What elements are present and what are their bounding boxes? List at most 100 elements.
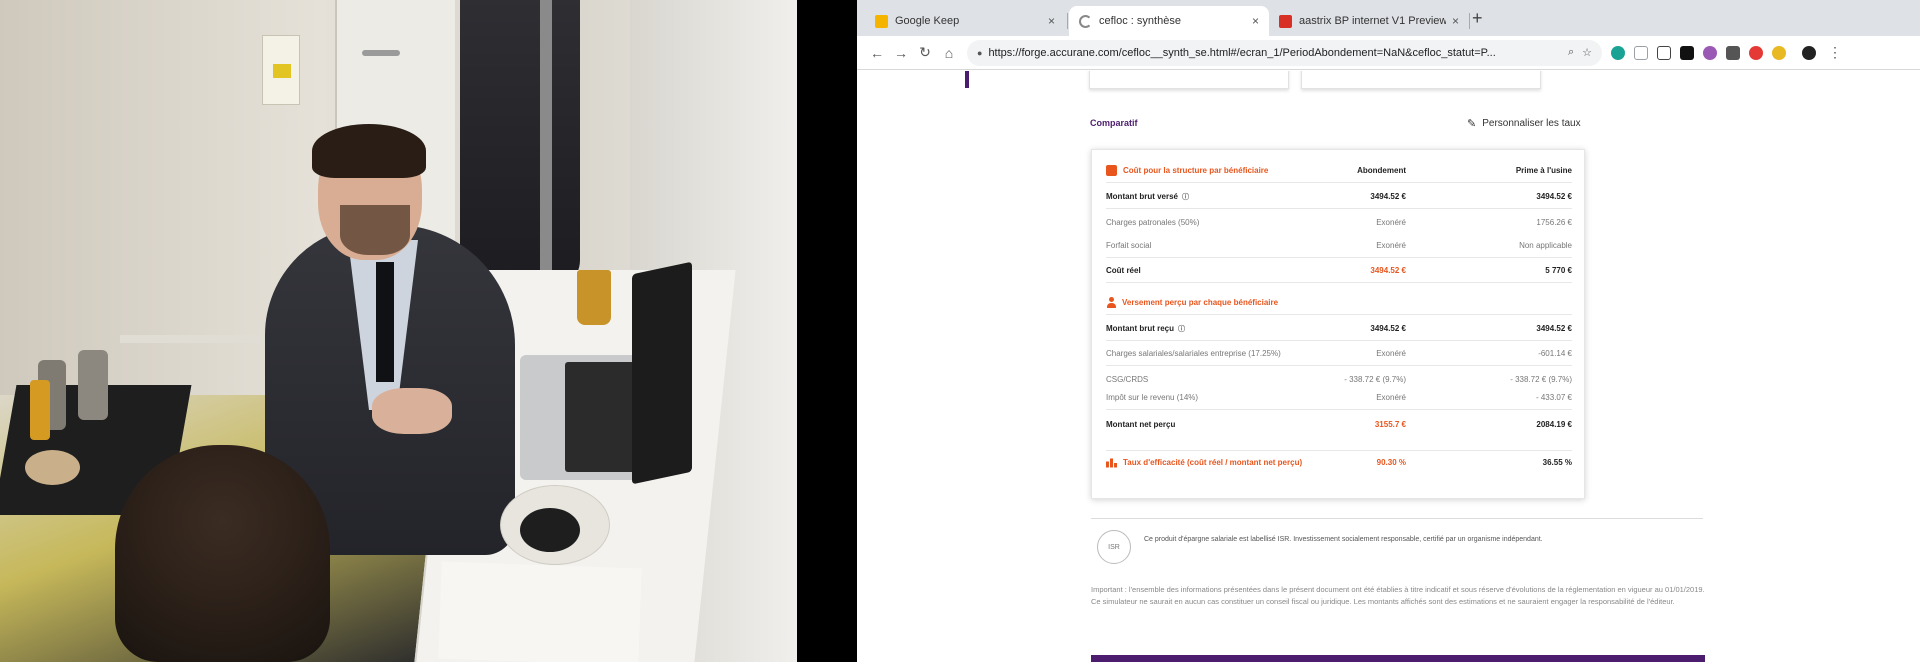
row-label: Coût réel [1106,266,1141,275]
row-value-prime: - 433.07 € [1535,393,1572,402]
browser-toolbar: ← → ↻ ⌂ ● https://forge.accurane.com/cef… [857,36,1920,70]
page-viewport: Comparatif ✎ Personnaliser les taux Coût… [857,71,1920,662]
purple-accent [965,71,969,88]
thermos [78,350,108,420]
woman-back-of-head [115,445,330,662]
table-row: Montant brut versé ⓘ 3494.52 € 3494.52 € [1106,185,1572,209]
section-title: Comparatif [1090,118,1138,128]
summary-card [1089,71,1289,89]
row-value-abondement: 3155.7 € [1374,419,1406,429]
camera-view [0,0,797,662]
loading-icon [1079,14,1092,28]
table-row: Charges patronales (50%) Exonéré 1756.26… [1106,210,1572,234]
extension-flag-icon[interactable] [1680,45,1694,60]
isr-label-logo: ISR [1097,530,1131,564]
row-value-prime: 1756.26 € [1536,217,1572,227]
table-row: Montant net perçu 3155.7 € 2084.19 € [1106,412,1572,436]
extension-red-icon[interactable] [1749,45,1763,60]
row-label: Forfait social [1106,241,1152,250]
row-label: Charges patronales (50%) [1106,217,1200,227]
row-value-abondement: 3494.52 € [1370,324,1406,333]
extension-purple-icon[interactable] [1703,45,1717,60]
row-label: Charges salariales/salariales entreprise… [1106,349,1281,358]
person-icon [1106,297,1116,308]
tab-title: Google Keep [895,15,960,27]
row-value-abondement: - 338.72 € (9.7%) [1344,374,1406,384]
row-value-prime: - 338.72 € (9.7%) [1510,374,1572,384]
forward-arrow-icon[interactable]: → [889,45,913,61]
tab-cefloc-synthese[interactable]: cefloc : synthèse × [1069,6,1269,36]
clasped-hands [372,388,452,434]
address-bar[interactable]: ● https://forge.accurane.com/cefloc__syn… [967,39,1602,66]
col-prime-header: Prime à l'usine [1515,166,1572,175]
efficiency-row: Taux d'efficacité (coût réel / montant n… [1106,450,1572,474]
info-icon[interactable]: ⓘ [1182,192,1189,202]
bookmark-star-icon[interactable]: ☆ [1582,46,1592,59]
personalize-label: Personnaliser les taux [1482,118,1581,129]
table-row: Coût réel 3494.52 € 5 770 € [1106,259,1572,283]
row-label: Montant brut reçu [1106,324,1174,333]
table-row: Montant brut reçu ⓘ 3494.52 € 3494.52 € [1106,317,1572,341]
comparison-panel: Coût pour la structure par bénéficiaire … [1091,149,1585,499]
header-cell: Versement perçu par chaque bénéficiaire [1106,297,1336,308]
hair [312,124,426,178]
row-label: Impôt sur le revenu (14%) [1106,393,1199,402]
close-tab-icon[interactable]: × [1452,14,1459,28]
coffee-cup [577,270,611,325]
laptop-screen [632,261,692,485]
row-label: Montant brut versé [1106,192,1179,201]
row-label: CSG/CRDS [1106,374,1149,384]
tab-google-keep[interactable]: Google Keep × [865,6,1065,36]
tab-separator [1067,13,1068,29]
browser-window: Google Keep × cefloc : synthèse × aastri… [857,0,1920,662]
extension-camera-icon[interactable] [1726,45,1740,60]
tab-title: cefloc : synthèse [1099,15,1181,27]
laptop-keyboard [565,362,635,472]
efficiency-abondement: 90.30 % [1376,458,1406,467]
back-arrow-icon[interactable]: ← [865,45,889,61]
efficiency-label: Taux d'efficacité (coût réel / montant n… [1123,458,1303,467]
info-icon[interactable]: ⓘ [1178,324,1185,334]
col-abondement-header: Abondement [1357,166,1406,175]
personalize-rates-button[interactable]: ✎ Personnaliser les taux [1467,117,1581,130]
new-tab-button[interactable]: + [1472,8,1483,29]
row-value-prime: 5 770 € [1545,266,1572,275]
summary-card [1301,71,1541,89]
table-row: Forfait social Exonéré Non applicable [1106,234,1572,258]
lock-icon[interactable]: ● [977,48,982,58]
tab-aastrix-preview[interactable]: aastrix BP internet V1 Preview × [1269,6,1469,36]
keep-icon [875,14,888,28]
pencil-icon: ✎ [1467,118,1477,130]
extension-move-icon[interactable] [1657,45,1671,60]
extension-yellow-icon[interactable] [1772,45,1786,60]
tab-bar: Google Keep × cefloc : synthèse × aastri… [857,0,1920,36]
tab-title: aastrix BP internet V1 Preview [1299,15,1446,27]
zoom-icon[interactable]: ⌕ [1568,46,1574,59]
app-icon [1279,14,1292,28]
reload-icon[interactable]: ↻ [913,44,937,61]
row-value-prime: 3494.52 € [1536,192,1572,201]
profile-avatar-icon[interactable] [1802,45,1816,60]
coat-stand [540,0,552,300]
row-value-abondement: Exonéré [1376,349,1406,358]
received-header-label: Versement perçu par chaque bénéficiaire [1122,298,1279,307]
row-value-abondement: 3494.52 € [1370,192,1406,201]
bar-chart-icon [1106,458,1117,468]
header-cell: Coût pour la structure par bénéficiaire [1106,165,1336,176]
tie [376,262,394,382]
papers [438,561,642,662]
received-header-row: Versement perçu par chaque bénéficiaire [1106,291,1572,315]
browser-menu-icon[interactable]: ⋮ [1828,44,1842,61]
close-tab-icon[interactable]: × [1048,14,1055,28]
extension-shield-icon[interactable] [1634,45,1648,60]
row-value-abondement: 3494.52 € [1370,266,1406,275]
hanging-coat [460,0,580,290]
tab-separator [1469,13,1470,29]
close-tab-icon[interactable]: × [1252,14,1259,28]
row-value-prime: -601.14 € [1538,349,1572,358]
row-label: Montant net perçu [1106,419,1176,429]
extension-teal-icon[interactable] [1611,45,1625,60]
home-icon[interactable]: ⌂ [937,45,961,61]
row-value-abondement: Exonéré [1376,393,1406,402]
url-text[interactable]: https://forge.accurane.com/cefloc__synth… [988,47,1560,59]
